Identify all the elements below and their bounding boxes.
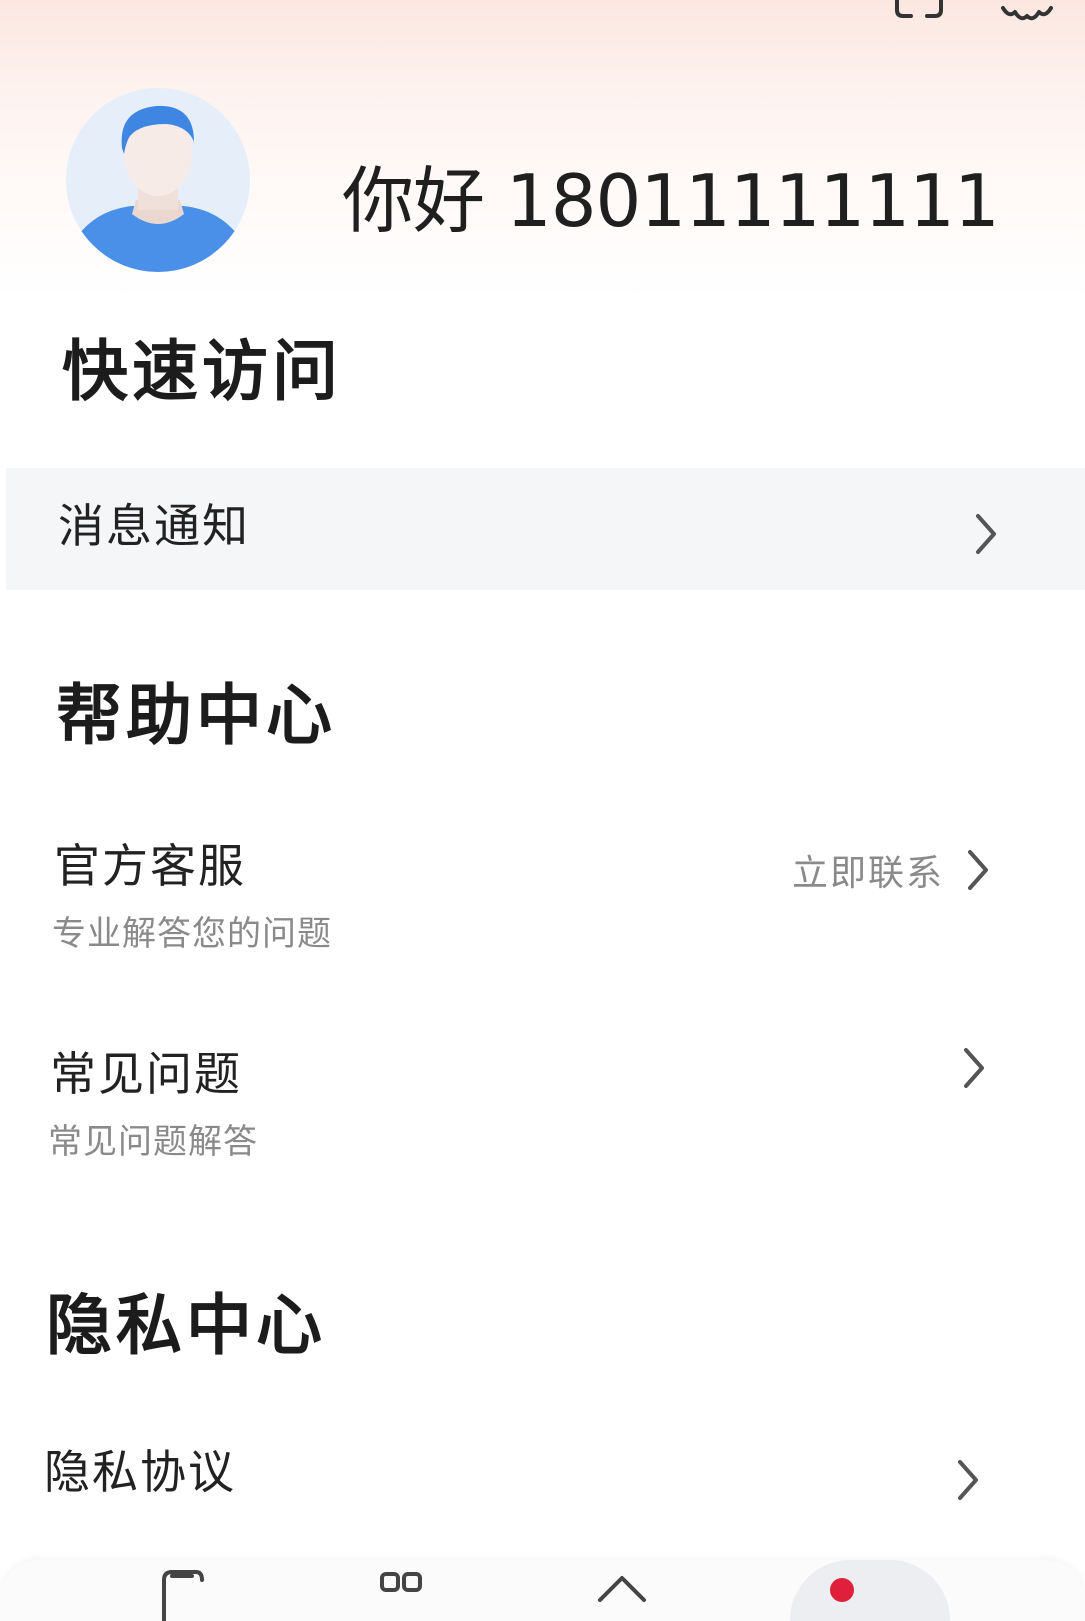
faq-subtitle: 常见问题解答 [48,1122,258,1162]
contact-now-link[interactable]: 立即联系 [792,844,944,896]
customer-service-label: 官方客服 [54,839,246,893]
list-item-faq[interactable]: 常见问题 常见问题解答 [0,1030,1085,1170]
chevron-right-icon [976,514,996,554]
grid-icon[interactable] [372,1570,432,1621]
chevron-right-icon [968,850,988,890]
faq-label: 常见问题 [50,1047,242,1101]
user-profile[interactable] [66,88,250,272]
profile-icon[interactable] [812,1570,872,1621]
scan-icon[interactable] [891,0,947,30]
bottom-nav [0,1560,1085,1621]
header-icons [891,0,1055,40]
section-title-help-center: 帮助中心 [56,677,336,754]
customer-service-subtitle: 专业解答您的问题 [52,914,332,954]
list-item-customer-service[interactable]: 官方客服 专业解答您的问题 立即联系 [0,820,1085,970]
list-item-privacy-policy[interactable]: 隐私协议 [0,1432,1085,1542]
home-icon[interactable] [592,1570,652,1621]
profile-page: 你好 18011111111 快速访问 消息通知 帮助中心 官方客服 专业解答您… [0,0,1085,1621]
privacy-policy-label: 隐私协议 [44,1445,236,1499]
avatar-icon [66,88,250,272]
gear-icon[interactable] [999,0,1055,30]
section-title-quick-access: 快速访问 [62,333,342,410]
chevron-right-icon [964,1048,984,1088]
greeting-text: 你好 18011111111 [342,159,1000,243]
section-title-privacy-center: 隐私中心 [46,1287,326,1364]
document-icon[interactable] [152,1570,212,1621]
list-item-notifications[interactable]: 消息通知 [6,468,1085,590]
chevron-right-icon [958,1460,978,1500]
notifications-label: 消息通知 [58,499,250,553]
avatar[interactable] [66,88,250,272]
